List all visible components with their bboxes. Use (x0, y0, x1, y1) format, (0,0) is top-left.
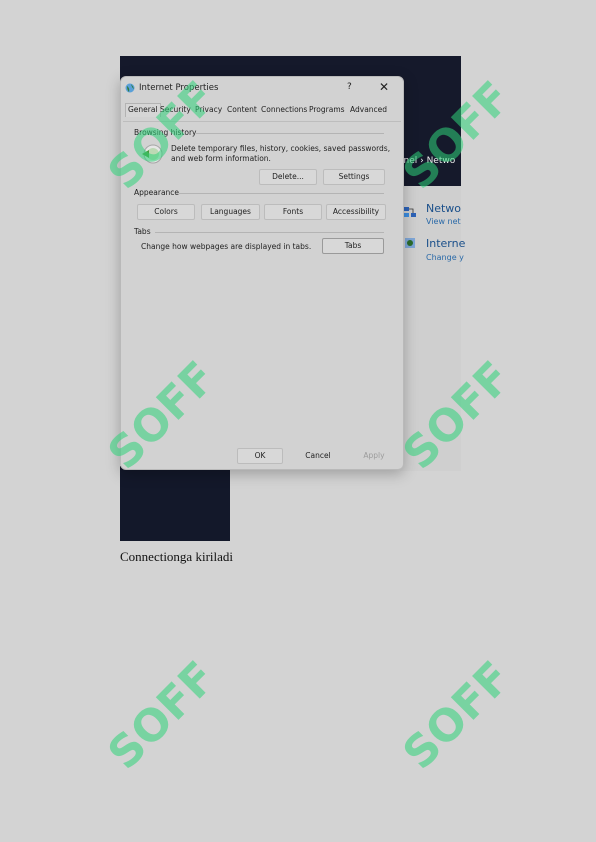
delete-button[interactable]: Delete... (259, 169, 317, 185)
watermark-logo: SOFF (98, 652, 225, 779)
help-button[interactable]: ? (347, 82, 352, 92)
tabs-button[interactable]: Tabs (322, 238, 384, 254)
svg-text:SOFF: SOFF (393, 652, 520, 779)
watermark-logo: SOFF (393, 652, 520, 779)
internet-options-icon (405, 238, 415, 248)
watermark-logo: SOFF (98, 352, 225, 479)
svg-text:SOFF: SOFF (98, 652, 225, 779)
caption: Connectionga kiriladi (120, 549, 234, 564)
tabs-heading: Tabs (134, 227, 151, 236)
tab-programs[interactable]: Programs (309, 105, 345, 114)
internet-item-subtitle[interactable]: Change y (426, 253, 464, 262)
svg-text:SOFF: SOFF (98, 72, 225, 199)
section-rule (155, 232, 384, 233)
fonts-button[interactable]: Fonts (264, 204, 322, 220)
svg-text:SOFF: SOFF (393, 72, 520, 199)
tabs-description: Change how webpages are displayed in tab… (141, 242, 312, 251)
svg-text:SOFF: SOFF (98, 352, 225, 479)
watermark-logo: SOFF (98, 72, 225, 199)
internet-item-title[interactable]: Interne (426, 237, 465, 250)
cancel-button[interactable]: Cancel (291, 448, 345, 464)
watermark-logo: SOFF (393, 72, 520, 199)
svg-text:SOFF: SOFF (393, 352, 520, 479)
watermark-logo: SOFF (393, 352, 520, 479)
network-item-subtitle[interactable]: View net (426, 217, 461, 226)
ok-button[interactable]: OK (237, 448, 283, 464)
tab-connections[interactable]: Connections (261, 105, 307, 114)
